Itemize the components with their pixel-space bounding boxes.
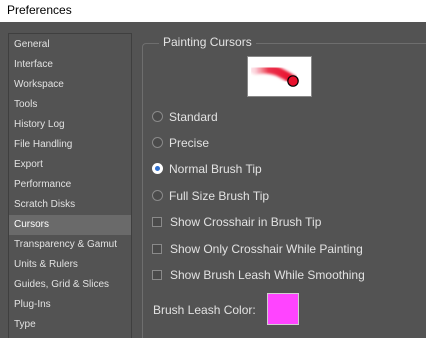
brush-leash-color-swatch[interactable] <box>267 293 299 325</box>
sidebar-item-general[interactable]: General <box>9 35 131 55</box>
radio-full-size-brush-tip[interactable]: Full Size Brush Tip <box>152 187 269 205</box>
checkbox-show-crosshair[interactable]: Show Crosshair in Brush Tip <box>152 213 321 231</box>
brush-leash-color-label: Brush Leash Color: <box>153 303 256 317</box>
window-titlebar: Preferences <box>0 0 426 22</box>
radio-precise-circle[interactable] <box>152 137 163 149</box>
sidebar-item-type[interactable]: Type <box>9 315 131 335</box>
checkbox-show-brush-leash[interactable]: Show Brush Leash While Smoothing <box>152 266 365 284</box>
radio-standard-circle[interactable] <box>152 111 163 123</box>
sidebar-item-performance[interactable]: Performance <box>9 175 131 195</box>
radio-normal-brush-tip-label: Normal Brush Tip <box>169 162 262 176</box>
painting-cursors-title: Painting Cursors <box>159 34 256 50</box>
sidebar-item-export[interactable]: Export <box>9 155 131 175</box>
checkbox-show-crosshair-box[interactable] <box>152 216 162 227</box>
sidebar-item-history-log[interactable]: History Log <box>9 115 131 135</box>
window-title: Preferences <box>7 3 72 17</box>
brush-stroke-preview-icon <box>250 64 299 87</box>
sidebar-item-tools[interactable]: Tools <box>9 95 131 115</box>
checkbox-show-crosshair-label: Show Crosshair in Brush Tip <box>170 215 322 229</box>
checkbox-show-only-crosshair-box[interactable] <box>152 243 162 254</box>
preferences-sidebar: General Interface Workspace Tools Histor… <box>8 33 132 338</box>
radio-full-size-brush-tip-label: Full Size Brush Tip <box>169 189 270 203</box>
checkbox-show-brush-leash-box[interactable] <box>152 269 162 280</box>
radio-normal-brush-tip[interactable]: Normal Brush Tip <box>152 160 262 178</box>
radio-normal-brush-tip-circle[interactable] <box>152 163 163 175</box>
sidebar-item-file-handling[interactable]: File Handling <box>9 135 131 155</box>
radio-precise[interactable]: Precise <box>152 134 209 152</box>
sidebar-item-workspace[interactable]: Workspace <box>9 75 131 95</box>
sidebar-item-transparency-gamut[interactable]: Transparency & Gamut <box>9 235 131 255</box>
checkbox-show-only-crosshair[interactable]: Show Only Crosshair While Painting <box>152 240 363 258</box>
checkbox-show-only-crosshair-label: Show Only Crosshair While Painting <box>170 242 363 256</box>
sidebar-item-units-rulers[interactable]: Units & Rulers <box>9 255 131 275</box>
radio-standard[interactable]: Standard <box>152 108 218 126</box>
brush-cursor-preview <box>247 56 312 97</box>
radio-full-size-brush-tip-circle[interactable] <box>152 190 163 202</box>
sidebar-item-guides-grid-slices[interactable]: Guides, Grid & Slices <box>9 275 131 295</box>
radio-precise-label: Precise <box>169 136 210 150</box>
sidebar-item-cursors[interactable]: Cursors <box>9 215 131 235</box>
checkbox-show-brush-leash-label: Show Brush Leash While Smoothing <box>170 268 365 282</box>
sidebar-item-interface[interactable]: Interface <box>9 55 131 75</box>
radio-standard-label: Standard <box>169 110 218 124</box>
sidebar-item-scratch-disks[interactable]: Scratch Disks <box>9 195 131 215</box>
sidebar-item-plug-ins[interactable]: Plug-Ins <box>9 295 131 315</box>
